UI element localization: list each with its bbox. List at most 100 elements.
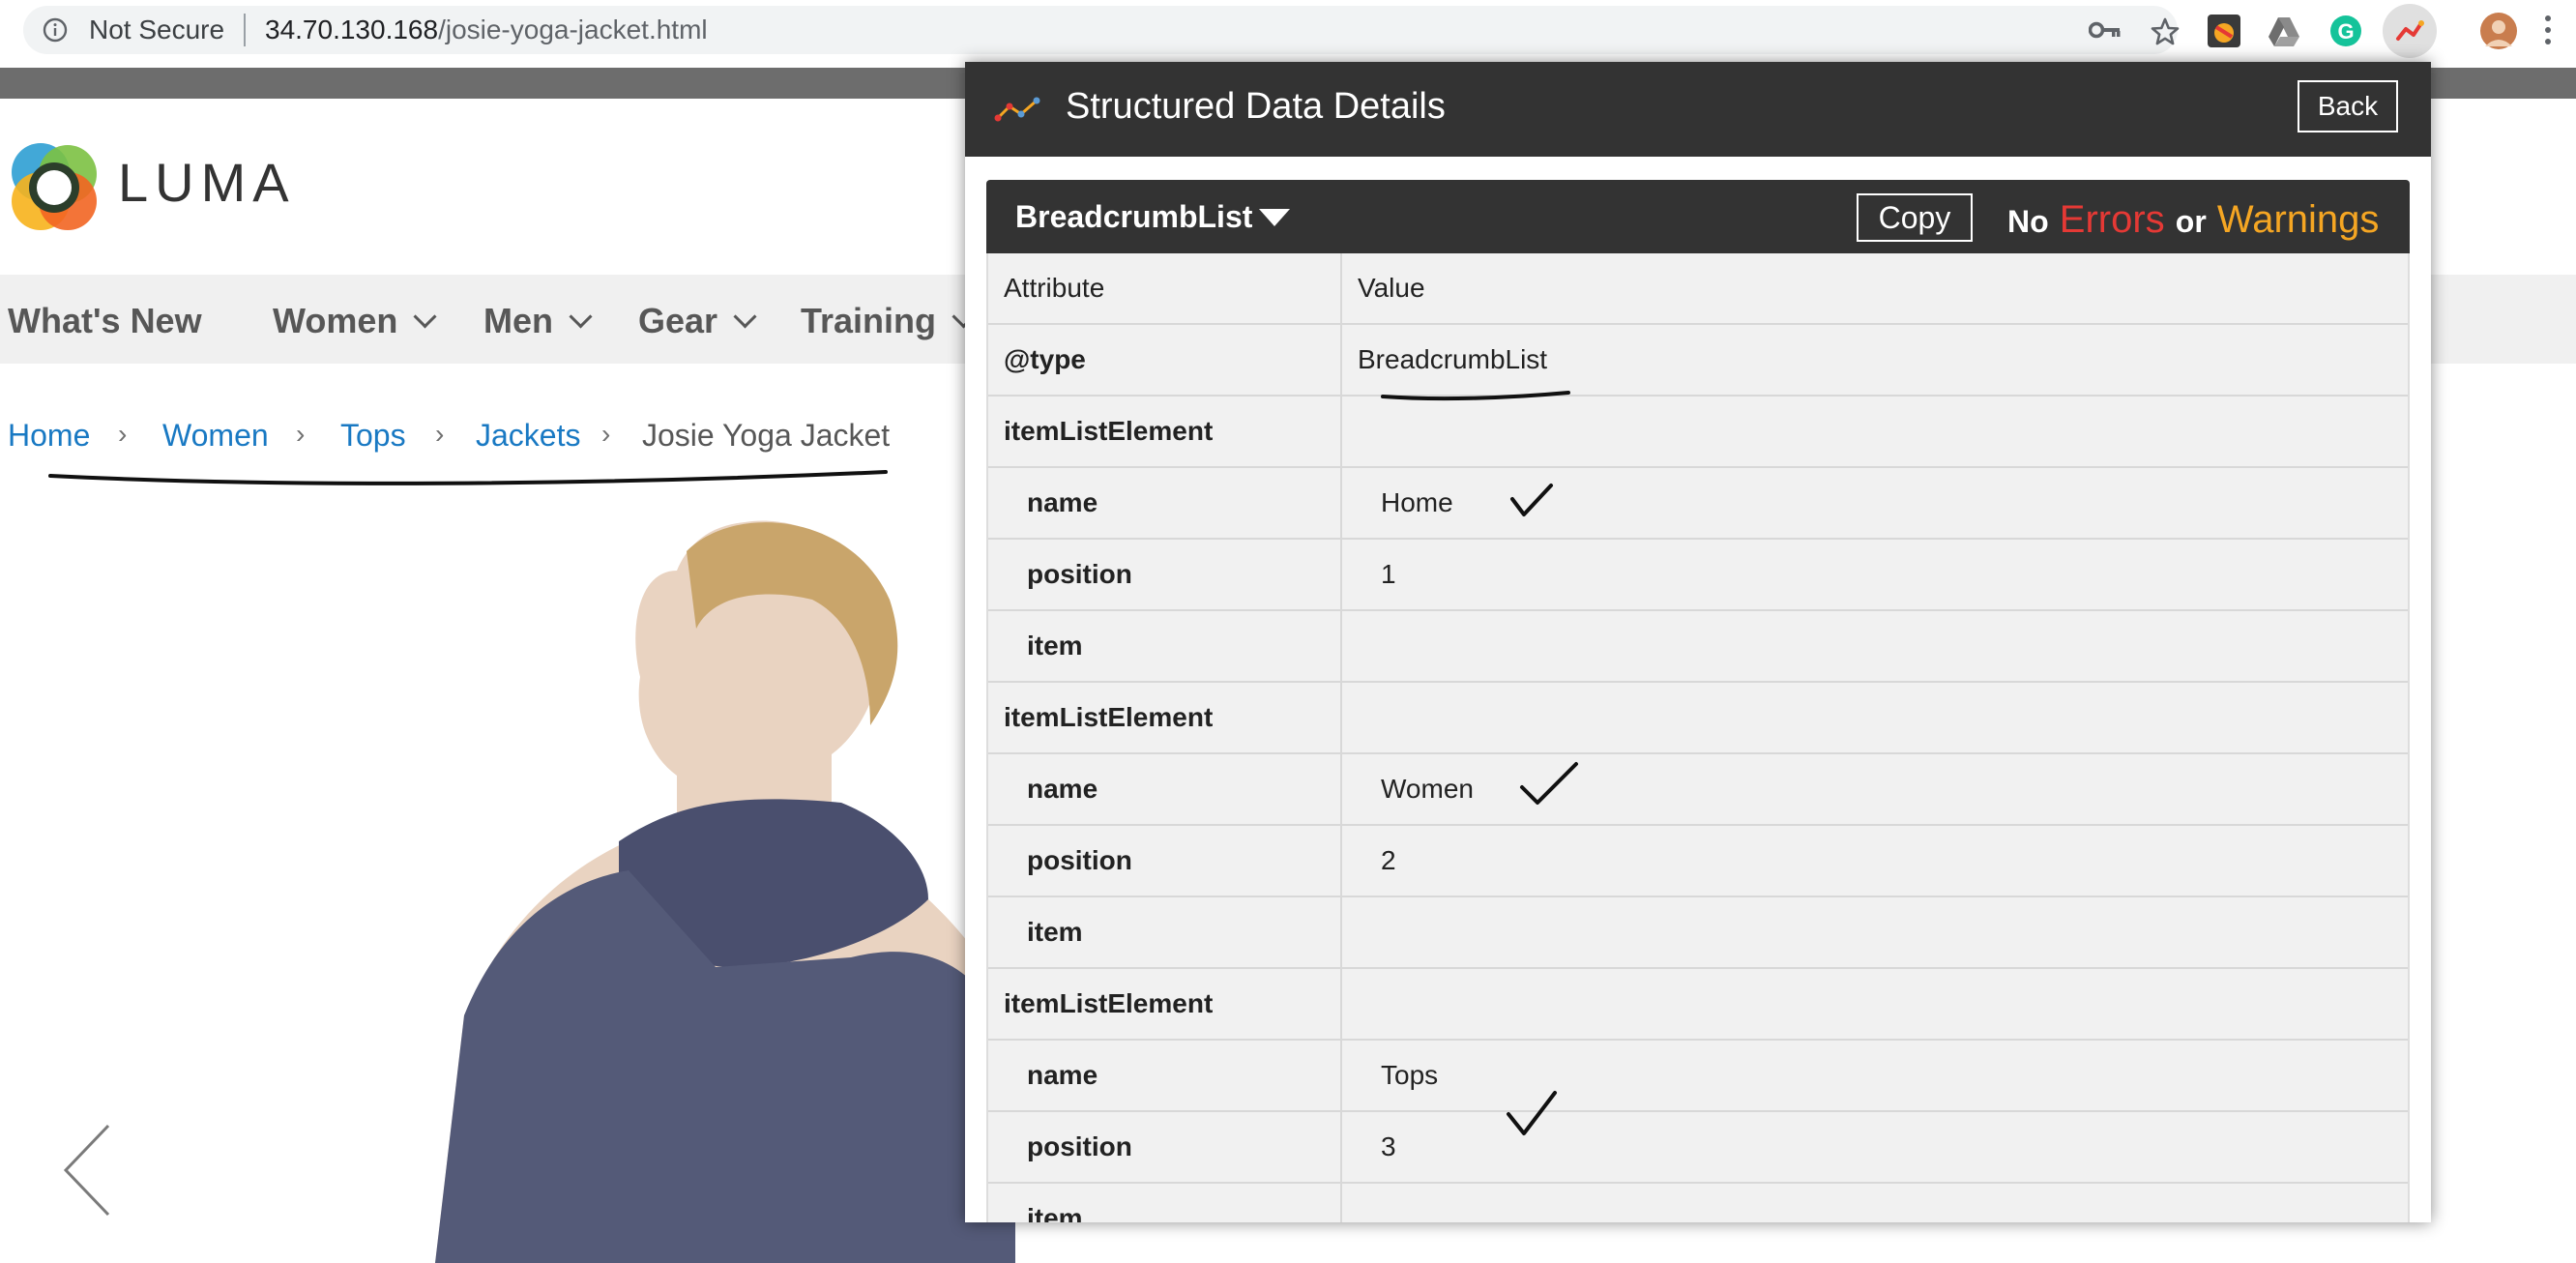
svg-text:G: G (2337, 19, 2354, 44)
nav-label: Men (483, 301, 553, 340)
chevron-down-icon (413, 305, 437, 329)
nav-label: Gear (638, 301, 718, 340)
value-cell: 3 (1381, 1131, 1396, 1161)
table-row: position 2 (988, 826, 2408, 897)
attribute-cell: @type (988, 325, 1342, 395)
structured-data-logo-icon (994, 97, 1040, 122)
attribute-cell: position (988, 826, 1342, 896)
url-host: 34.70.130.168 (265, 15, 439, 44)
extension-icon[interactable] (2207, 14, 2241, 48)
attribute-header: Attribute (988, 253, 1342, 323)
url-text[interactable]: 34.70.130.168/josie-yoga-jacket.html (265, 15, 708, 44)
url-path: /josie-yoga-jacket.html (438, 15, 708, 44)
schema-type-bar: BreadcrumbList Copy No Errors or Warning… (986, 180, 2410, 253)
product-image[interactable] (387, 513, 1015, 1263)
back-button[interactable]: Back (2298, 80, 2398, 132)
structured-data-panel: Structured Data Details Back BreadcrumbL… (965, 62, 2431, 1222)
structured-data-table: Attribute Value @type BreadcrumbList ite… (986, 253, 2410, 1222)
nav-item-gear[interactable]: Gear (638, 301, 757, 340)
address-bar[interactable]: Not Secure 34.70.130.168/josie-yoga-jack… (23, 6, 2180, 54)
panel-header: Structured Data Details Back (965, 62, 2431, 157)
attribute-cell: position (988, 1112, 1342, 1182)
breadcrumb-separator: › (601, 419, 611, 449)
value-cell: BreadcrumbList (1358, 344, 1548, 374)
value-cell: Women (1381, 774, 1474, 804)
value-cell: 2 (1381, 845, 1396, 875)
status-errors: Errors (2059, 198, 2165, 241)
nav-item-whats-new[interactable]: What's New (8, 302, 202, 340)
browser-toolbar: Not Secure 34.70.130.168/josie-yoga-jack… (0, 0, 2576, 60)
value-cell (1342, 397, 2406, 466)
value-cell (1342, 1184, 2406, 1222)
info-icon[interactable] (43, 17, 68, 43)
panel-title: Structured Data Details (1066, 86, 1446, 127)
breadcrumb-separator: › (118, 419, 128, 449)
nav-label: Women (273, 301, 398, 340)
chevron-down-icon (733, 305, 757, 329)
address-separator (244, 14, 246, 46)
nav-item-women[interactable]: Women (273, 301, 437, 340)
table-row: name Women (988, 754, 2408, 826)
luma-logo-icon[interactable] (8, 141, 101, 234)
carousel-previous-icon[interactable] (58, 1122, 116, 1219)
attribute-cell: item (988, 611, 1342, 681)
value-cell (1342, 897, 2406, 967)
breadcrumb-current: Josie Yoga Jacket (642, 418, 891, 453)
breadcrumb-women[interactable]: Women (162, 418, 269, 453)
grammarly-icon[interactable]: G (2328, 14, 2363, 48)
breadcrumb-tops[interactable]: Tops (340, 418, 406, 453)
table-row: name Home (988, 468, 2408, 540)
attribute-cell: item (988, 1184, 1342, 1222)
breadcrumb-jackets[interactable]: Jackets (476, 418, 580, 453)
menu-icon[interactable] (2543, 14, 2553, 46)
logo-text[interactable]: LUMA (118, 155, 296, 211)
table-row: position 3 (988, 1112, 2408, 1184)
status-warnings: Warnings (2216, 198, 2380, 241)
attribute-cell: name (988, 1041, 1342, 1110)
value-cell (1342, 611, 2406, 681)
value-cell (1342, 969, 2406, 1039)
table-row: item (988, 897, 2408, 969)
caret-down-icon[interactable] (1259, 209, 1290, 226)
validation-status: No Errors or Warnings (2007, 197, 2379, 244)
table-row: itemListElement (988, 397, 2408, 468)
table-row: item (988, 611, 2408, 683)
attribute-cell: position (988, 540, 1342, 609)
value-cell: Tops (1381, 1060, 1439, 1090)
attribute-cell: itemListElement (988, 683, 1342, 752)
table-row: position 1 (988, 540, 2408, 611)
breadcrumb-separator: › (296, 419, 306, 449)
security-label[interactable]: Not Secure (89, 15, 224, 44)
attribute-cell: item (988, 897, 1342, 967)
copy-button[interactable]: Copy (1857, 193, 1973, 242)
key-icon[interactable] (2089, 19, 2122, 41)
table-header-row: Attribute Value (988, 253, 2408, 325)
nav-label: What's New (8, 301, 202, 340)
profile-avatar[interactable] (2479, 12, 2518, 50)
breadcrumb-home[interactable]: Home (8, 418, 90, 453)
underline-annotation (48, 470, 888, 485)
nav-label: Training (801, 301, 937, 340)
table-row: itemListElement (988, 683, 2408, 754)
nav-item-training[interactable]: Training (801, 301, 976, 340)
nav-item-men[interactable]: Men (483, 301, 593, 340)
table-row: item (988, 1184, 2408, 1222)
schema-type-selector[interactable]: BreadcrumbList (1015, 199, 1252, 234)
table-row: name Tops (988, 1041, 2408, 1112)
google-drive-icon[interactable] (2267, 14, 2301, 48)
attribute-cell: name (988, 468, 1342, 538)
attribute-cell: itemListElement (988, 397, 1342, 466)
value-cell: 1 (1381, 559, 1396, 589)
chevron-down-icon (569, 305, 593, 329)
value-cell: Home (1381, 487, 1453, 517)
attribute-cell: name (988, 754, 1342, 824)
table-row: @type BreadcrumbList (988, 325, 2408, 397)
value-cell (1342, 683, 2406, 752)
status-or: or (2175, 204, 2207, 239)
structured-data-icon[interactable] (2383, 4, 2437, 58)
status-no: No (2007, 204, 2049, 239)
table-row: itemListElement (988, 969, 2408, 1041)
attribute-cell: itemListElement (988, 969, 1342, 1039)
star-icon[interactable] (2151, 17, 2180, 46)
value-header: Value (1358, 273, 1425, 303)
